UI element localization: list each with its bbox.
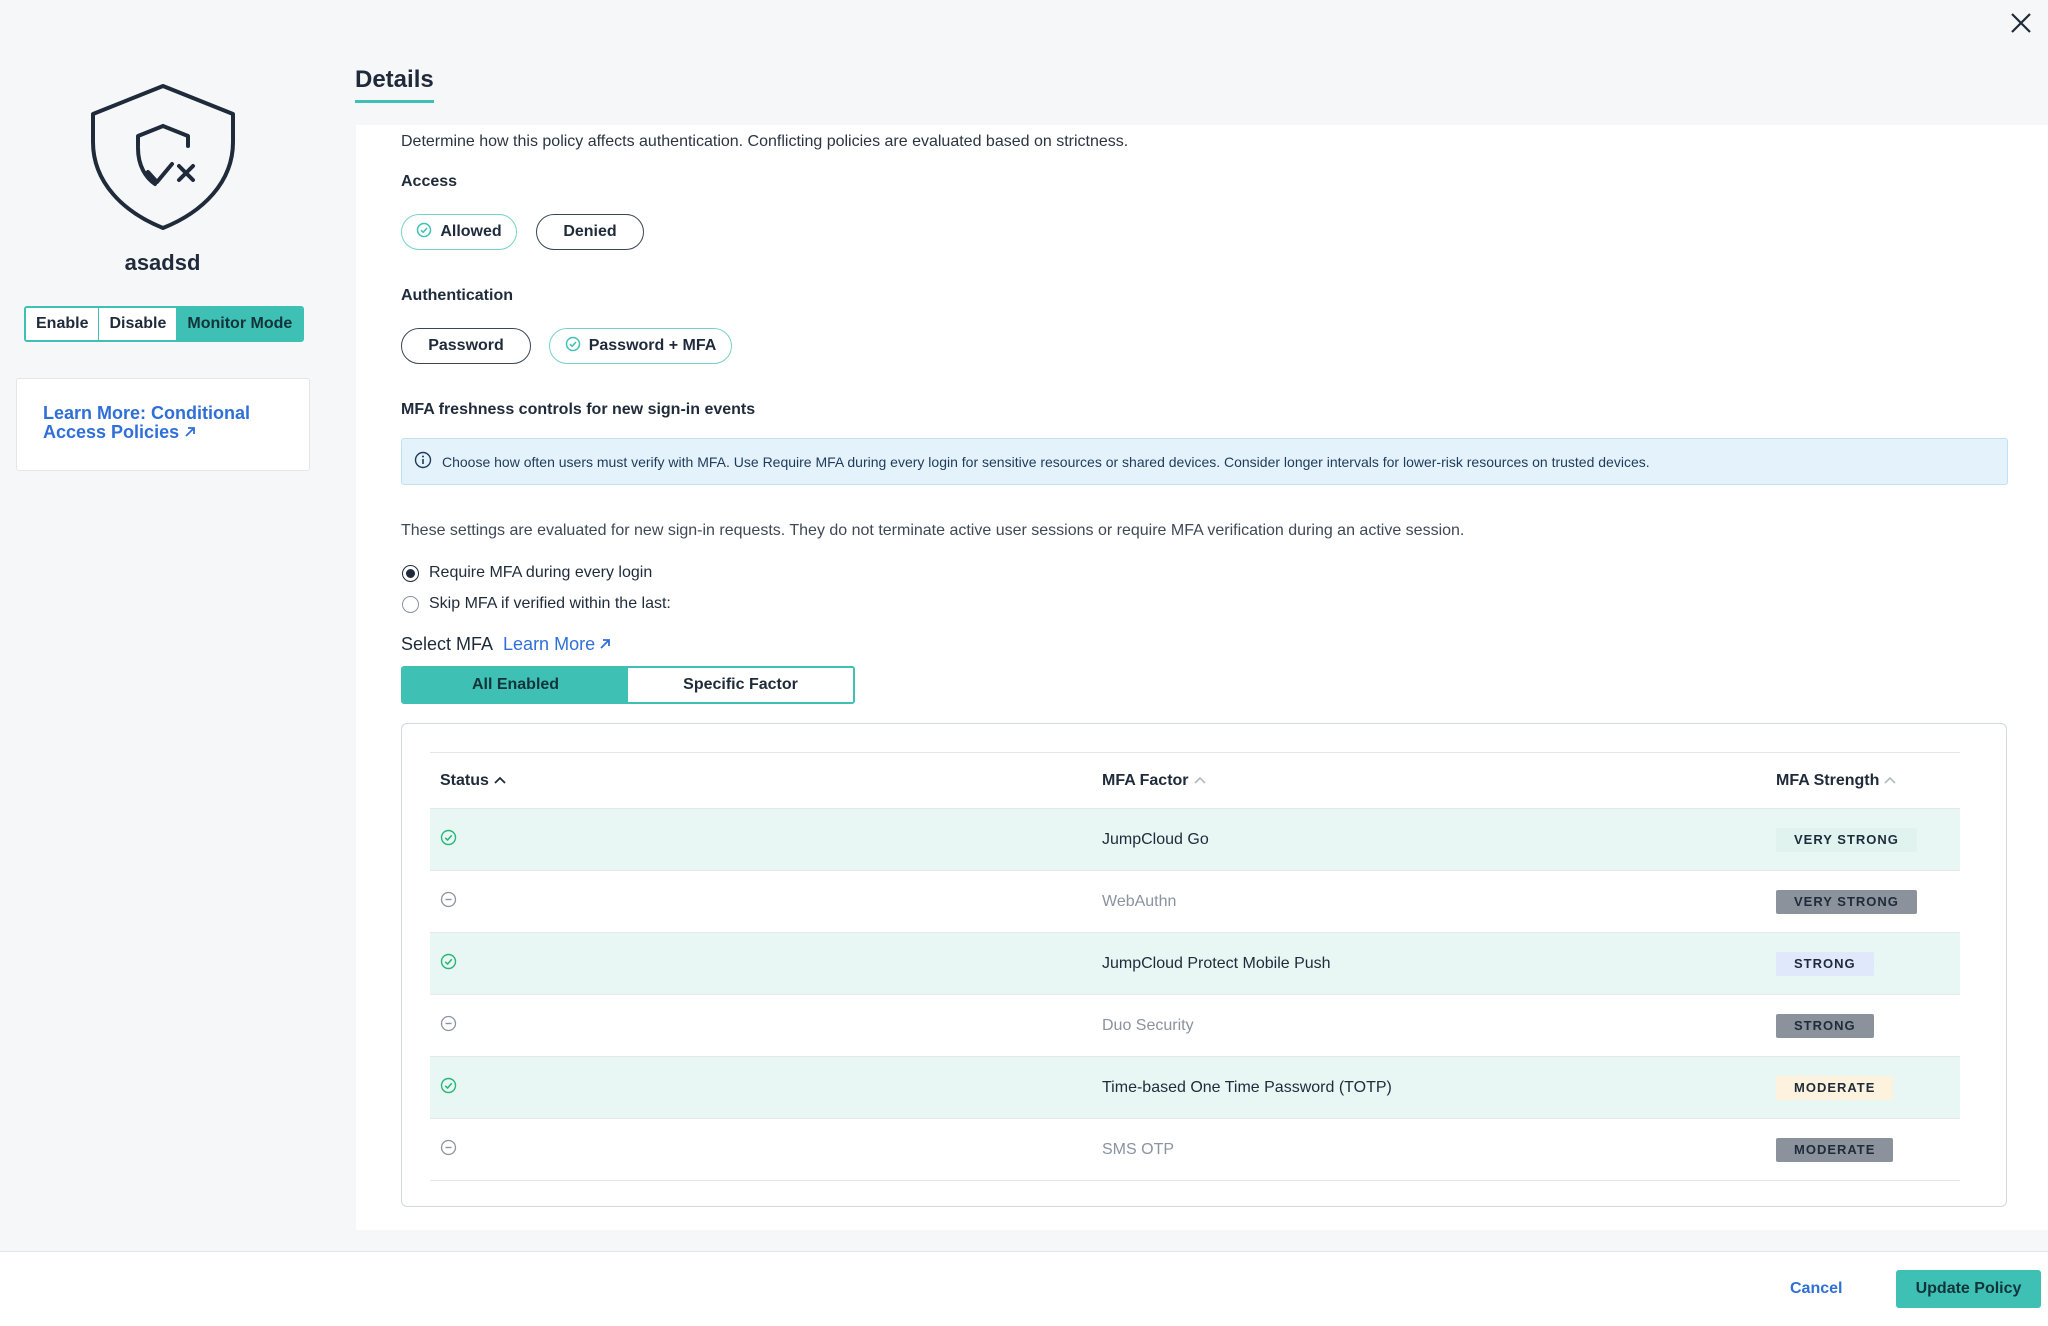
access-allowed-pill[interactable]: Allowed: [401, 214, 517, 250]
disabled-minus-icon: [440, 1139, 457, 1161]
info-icon: [414, 451, 432, 472]
mfa-factor-cell: Time-based One Time Password (TOTP): [1102, 1078, 1392, 1096]
strength-badge: MODERATE: [1776, 1075, 1894, 1100]
disabled-minus-icon: [440, 1015, 457, 1037]
check-circle-icon: [565, 336, 581, 357]
table-row[interactable]: JumpCloud Go VERY STRONG: [430, 809, 1960, 871]
cancel-button[interactable]: Cancel: [1790, 1280, 1842, 1298]
require-mfa-radio-option[interactable]: Require MFA during every login: [402, 564, 652, 582]
learn-more-card: Learn More: Conditional Access Policies: [16, 378, 310, 471]
learn-more-text: Learn More: [503, 634, 596, 654]
enabled-check-icon: [440, 953, 457, 975]
mfa-info-text: Choose how often users must verify with …: [442, 453, 1650, 470]
sort-up-icon: [493, 772, 507, 790]
mfa-factor-column-header[interactable]: MFA Factor: [1102, 772, 1776, 790]
strength-badge: MODERATE: [1776, 1137, 1894, 1162]
table-row[interactable]: Duo Security STRONG: [430, 995, 1960, 1057]
table-header: Status MFA Factor MFA Strength: [430, 753, 1960, 809]
radio-checked[interactable]: [402, 564, 419, 582]
check-circle-icon: [416, 222, 432, 243]
sort-up-icon: [1193, 772, 1207, 790]
mfa-factor-header-label: MFA Factor: [1102, 771, 1189, 789]
mfa-factor-cell: Duo Security: [1102, 1016, 1194, 1034]
table-body: JumpCloud Go VERY STRONG WebAuthn VERY STRO…: [430, 809, 1960, 1181]
mfa-factor-cell: JumpCloud Go: [1102, 830, 1209, 848]
mfa-factor-toggle: All Enabled Specific Factor: [401, 666, 855, 704]
mfa-info-banner: Choose how often users must verify with …: [401, 438, 2008, 485]
status-column-header[interactable]: Status: [430, 772, 1102, 790]
select-mfa-header: Select MFA Learn More: [401, 634, 611, 655]
mfa-factor-cell: WebAuthn: [1102, 892, 1177, 910]
mfa-strength-cell: VERY STRONG: [1776, 827, 1960, 852]
mfa-factor-table-card: Status MFA Factor MFA Strength JumpCloud…: [401, 723, 2007, 1207]
auth-password-pill[interactable]: Password: [401, 328, 531, 364]
sidebar: asadsd Enable Disable Monitor Mode Learn…: [0, 0, 325, 1250]
status-header-label: Status: [440, 771, 489, 789]
footer-bar: [0, 1251, 2048, 1326]
table-row[interactable]: SMS OTP MODERATE: [430, 1119, 1960, 1181]
disabled-minus-icon: [440, 891, 457, 913]
status-cell: [430, 891, 1102, 913]
mfa-freshness-label: MFA freshness controls for new sign-in e…: [401, 401, 756, 418]
enabled-check-icon: [440, 829, 457, 851]
access-denied-label: Denied: [563, 223, 617, 240]
mfa-strength-column-header[interactable]: MFA Strength: [1776, 772, 1960, 790]
strength-badge: VERY STRONG: [1776, 889, 1917, 914]
learn-more-line2: Access Policies: [43, 422, 180, 442]
shield-policy-icon: [88, 82, 238, 230]
mfa-strength-cell: VERY STRONG: [1776, 889, 1960, 914]
mfa-strength-cell: STRONG: [1776, 951, 1960, 976]
access-allowed-label: Allowed: [440, 223, 502, 240]
status-cell: [430, 1139, 1102, 1161]
status-cell: [430, 1077, 1102, 1099]
policy-mode-toggle: Enable Disable Monitor Mode: [24, 306, 305, 342]
authentication-label: Authentication: [401, 287, 513, 304]
access-label: Access: [401, 173, 458, 190]
learn-more-conditional-access-link[interactable]: Learn More: Conditional Access Policies: [43, 404, 283, 442]
external-link-icon: [184, 422, 196, 442]
strength-badge: VERY STRONG: [1776, 827, 1917, 852]
sort-up-icon: [1883, 772, 1897, 790]
close-icon[interactable]: [2006, 8, 2036, 38]
status-cell: [430, 953, 1102, 975]
mfa-note-text: These settings are evaluated for new sig…: [401, 522, 1465, 539]
mfa-strength-header-label: MFA Strength: [1776, 771, 1880, 789]
tab-details[interactable]: Details: [355, 66, 434, 103]
enable-button[interactable]: Enable: [26, 308, 100, 340]
monitor-mode-button[interactable]: Monitor Mode: [177, 308, 303, 340]
mfa-factor-cell: SMS OTP: [1102, 1140, 1175, 1158]
access-denied-pill[interactable]: Denied: [536, 214, 644, 250]
mfa-strength-cell: MODERATE: [1776, 1137, 1960, 1162]
auth-password-mfa-label: Password + MFA: [588, 337, 717, 354]
all-enabled-button[interactable]: All Enabled: [403, 668, 628, 702]
strength-badge: STRONG: [1776, 951, 1874, 976]
intro-text: Determine how this policy affects authen…: [401, 133, 1129, 150]
select-mfa-learn-more-link[interactable]: Learn More: [503, 634, 611, 655]
auth-password-label: Password: [428, 337, 504, 354]
select-mfa-label: Select MFA: [401, 634, 494, 654]
radio-unchecked[interactable]: [402, 595, 419, 613]
table-row[interactable]: Time-based One Time Password (TOTP) MODER…: [430, 1057, 1960, 1119]
table-row[interactable]: JumpCloud Protect Mobile Push STRONG: [430, 933, 1960, 995]
mfa-strength-cell: MODERATE: [1776, 1075, 1960, 1100]
status-cell: [430, 1015, 1102, 1037]
table-row[interactable]: WebAuthn VERY STRONG: [430, 871, 1960, 933]
learn-more-line1: Learn More: Conditional: [43, 403, 250, 423]
status-cell: [430, 829, 1102, 851]
update-policy-button[interactable]: Update Policy: [1896, 1270, 2041, 1308]
skip-mfa-radio-option[interactable]: Skip MFA if verified within the last:: [402, 595, 671, 613]
specific-factor-button[interactable]: Specific Factor: [628, 668, 853, 702]
external-link-icon: [599, 634, 611, 655]
mfa-factor-table: Status MFA Factor MFA Strength JumpCloud…: [430, 752, 1960, 1181]
mfa-factor-cell: JumpCloud Protect Mobile Push: [1102, 954, 1331, 972]
auth-password-mfa-pill[interactable]: Password + MFA: [549, 328, 732, 364]
mfa-strength-cell: STRONG: [1776, 1013, 1960, 1038]
require-mfa-label: Require MFA during every login: [429, 564, 653, 581]
disable-button[interactable]: Disable: [99, 308, 178, 340]
enabled-check-icon: [440, 1077, 457, 1099]
skip-mfa-label: Skip MFA if verified within the last:: [429, 595, 671, 612]
policy-name: asadsd: [124, 250, 201, 275]
strength-badge: STRONG: [1776, 1013, 1874, 1038]
